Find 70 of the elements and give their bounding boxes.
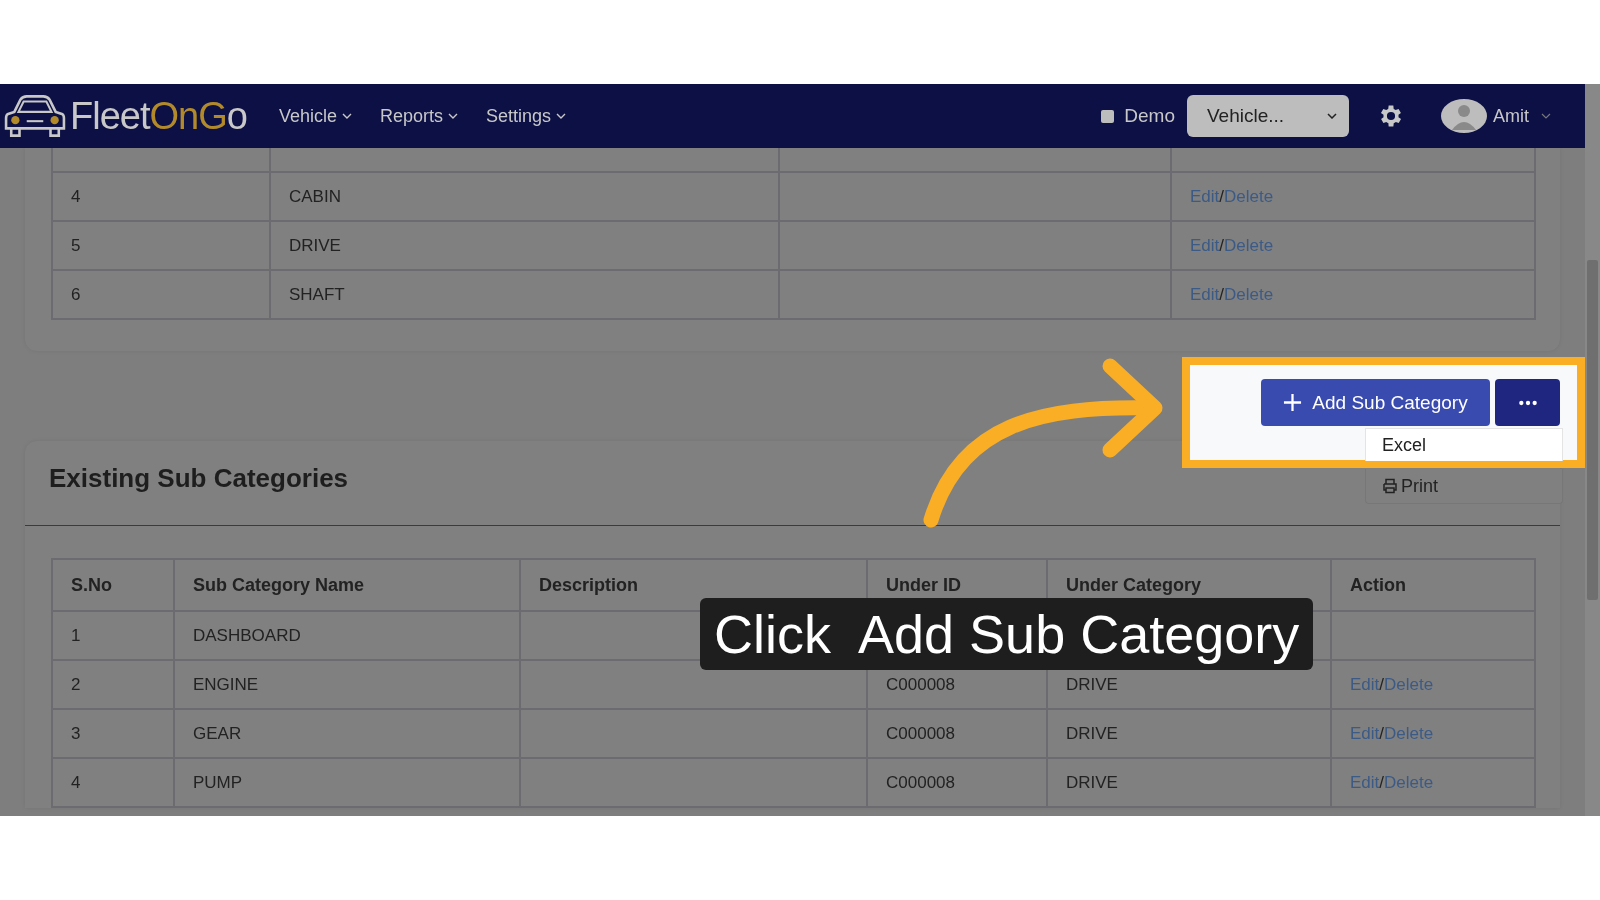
table-cell: DASHBOARD (193, 625, 301, 645)
nav-menu[interactable]: Vehicle (278, 105, 352, 127)
demo-checkbox[interactable] (1101, 109, 1115, 123)
scrollbar-thumb[interactable] (1587, 260, 1598, 600)
column-header: Under ID (886, 574, 961, 595)
table-cell: C000008 (886, 674, 955, 694)
table-cell: DRIVE (1066, 723, 1118, 743)
column-header: Sub Category Name (193, 574, 365, 595)
delete-link[interactable]: Delete (1384, 674, 1434, 694)
table-cell: C000008 (886, 772, 955, 792)
separator-text: / (1219, 235, 1225, 255)
edit-link[interactable]: Edit (1190, 235, 1220, 255)
table-cell: 1 (71, 625, 81, 645)
table-cell: C000008 (886, 723, 955, 743)
table-cell: 2 (71, 674, 81, 694)
user-name[interactable]: Amit (1493, 105, 1529, 127)
avatar-icon[interactable] (1441, 99, 1487, 133)
instruction-caption: Click Add Sub Category (700, 598, 1314, 670)
edit-link[interactable]: Edit (1350, 772, 1380, 792)
table-cell: ENGINE (193, 674, 259, 694)
table-cell: CABIN (289, 186, 341, 206)
menu-item[interactable]: Excel (1365, 428, 1563, 461)
more-options-button[interactable] (1495, 379, 1560, 426)
table-cell: 5 (71, 235, 81, 255)
table-cell: 4 (71, 186, 81, 206)
plus-icon (1283, 393, 1303, 412)
caret-icon (556, 113, 566, 119)
edit-link[interactable]: Edit (1190, 186, 1220, 206)
delete-link[interactable]: Delete (1384, 772, 1434, 792)
demo-label: Demo (1124, 105, 1175, 127)
table-cell: PUMP (193, 772, 243, 792)
vehicle-select[interactable]: Vehicle... (1187, 95, 1349, 137)
table-cell: DRIVE (289, 235, 341, 255)
table-cell: 6 (71, 284, 81, 304)
table-cell: 4 (71, 772, 81, 792)
menu-item[interactable]: Print (1365, 469, 1563, 504)
table-cell: DRIVE (1066, 772, 1118, 792)
delete-link[interactable]: Delete (1224, 235, 1274, 255)
separator-text: / (1379, 723, 1385, 743)
table-cell: GEAR (193, 723, 242, 743)
delete-link[interactable]: Delete (1224, 186, 1274, 206)
scrollbar[interactable] (1585, 84, 1600, 816)
table-cell: DRIVE (1066, 674, 1118, 694)
add-sub-category-button[interactable]: Add Sub Category (1261, 379, 1490, 426)
car-logo-icon (4, 93, 66, 139)
separator-text: / (1219, 186, 1225, 206)
separator-text: / (1379, 772, 1385, 792)
separator-text: / (1219, 284, 1225, 304)
printer-icon (1382, 478, 1398, 494)
nav-menu[interactable]: Settings (485, 105, 566, 127)
delete-link[interactable]: Delete (1384, 723, 1434, 743)
table-cell: SHAFT (289, 284, 345, 304)
separator-text: / (1379, 674, 1385, 694)
edit-link[interactable]: Edit (1350, 723, 1380, 743)
logo-text: FleetOnGo (70, 94, 247, 138)
column-header: S.No (71, 574, 112, 595)
edit-link[interactable]: Edit (1350, 674, 1380, 694)
caret-icon (341, 113, 352, 119)
edit-link[interactable]: Edit (1190, 284, 1220, 304)
caret-icon (1327, 113, 1337, 119)
delete-link[interactable]: Delete (1224, 284, 1274, 304)
column-header: Description (539, 574, 639, 595)
nav-menu[interactable]: Reports (379, 105, 458, 127)
caret-icon[interactable] (1541, 113, 1551, 119)
column-header: Action (1350, 574, 1406, 595)
ellipsis-icon (1517, 399, 1538, 406)
column-header: Under Category (1066, 574, 1202, 595)
caret-icon (447, 113, 458, 119)
section-title: Existing Sub Categories (49, 462, 349, 495)
table-cell: 3 (71, 723, 81, 743)
